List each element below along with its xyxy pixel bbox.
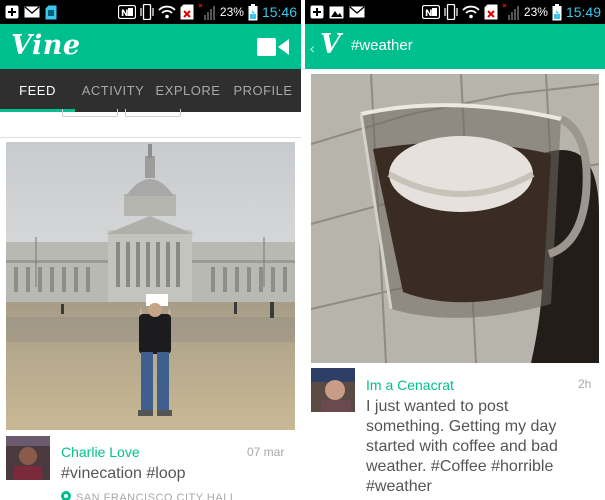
post-caption: I just wanted to post something. Getting… bbox=[366, 397, 558, 497]
vine-logo[interactable]: V bbox=[320, 29, 341, 60]
status-clock: 15:46 bbox=[261, 4, 297, 20]
app-bar: Vine bbox=[0, 24, 301, 69]
caption-line: something. Getting my day bbox=[366, 418, 557, 435]
wifi-icon bbox=[158, 5, 176, 19]
post-location[interactable]: SAN FRANCISCO CITY HALL bbox=[61, 491, 236, 500]
tab-explore[interactable]: EXPLORE bbox=[151, 69, 225, 112]
back-chevron-icon[interactable]: ‹ bbox=[309, 39, 315, 58]
battery-percent: 23% bbox=[523, 5, 548, 19]
tab-bar: FEED ACTIVITY EXPLORE PROFILE bbox=[0, 69, 301, 112]
plus-icon bbox=[5, 5, 19, 19]
post-meta: Charlie Love 07 mar #vinecation #loop SA… bbox=[0, 432, 301, 500]
battery-icon bbox=[248, 3, 258, 20]
vine-logo: Vine bbox=[11, 30, 81, 61]
sd-card-icon bbox=[45, 5, 57, 19]
status-clock: 15:49 bbox=[565, 4, 601, 20]
caption-line: started with coffee and bad bbox=[366, 438, 558, 455]
mail-icon bbox=[24, 6, 40, 18]
stub-button bbox=[62, 109, 118, 117]
vibrate-icon bbox=[444, 4, 458, 20]
battery-percent: 23% bbox=[219, 5, 244, 19]
video-camera-icon[interactable] bbox=[257, 36, 289, 58]
previous-post-stub bbox=[0, 109, 301, 138]
caption-line: #weather bbox=[366, 478, 432, 495]
post-timestamp: 07 mar bbox=[247, 445, 285, 459]
post-author[interactable]: Charlie Love bbox=[61, 444, 140, 460]
location-pin-icon bbox=[61, 491, 71, 500]
right-screen: N 23% 15:49 ‹ V #weather Im a Cenacrat 2… bbox=[305, 0, 605, 500]
left-screen: N 23% 15:46 Vine FEED ACTIVITY EXPLORE P… bbox=[0, 0, 301, 500]
tab-feed[interactable]: FEED bbox=[0, 69, 75, 112]
page-title: #weather bbox=[351, 37, 413, 54]
nfc-icon: N bbox=[421, 5, 440, 19]
signal-icon bbox=[502, 4, 519, 20]
no-sim-icon bbox=[180, 4, 194, 20]
plus-icon bbox=[310, 5, 324, 19]
vibrate-icon bbox=[140, 4, 154, 20]
nfc-icon: N bbox=[117, 5, 136, 19]
avatar[interactable] bbox=[6, 436, 50, 480]
post-meta: Im a Cenacrat 2h I just wanted to post s… bbox=[305, 368, 605, 500]
status-bar: N 23% 15:46 bbox=[0, 0, 301, 24]
battery-icon bbox=[552, 3, 562, 20]
wifi-icon bbox=[462, 5, 480, 19]
avatar[interactable] bbox=[311, 368, 355, 412]
mail-icon bbox=[349, 6, 365, 18]
location-label: SAN FRANCISCO CITY HALL bbox=[76, 491, 237, 500]
stub-button bbox=[125, 109, 181, 117]
post-video[interactable] bbox=[6, 142, 295, 430]
status-bar: N 23% 15:49 bbox=[305, 0, 605, 24]
svg-text:N: N bbox=[121, 9, 129, 19]
caption-line: I just wanted to post bbox=[366, 398, 509, 415]
app-bar: ‹ V #weather bbox=[305, 24, 605, 69]
signal-icon bbox=[198, 4, 215, 20]
tab-profile[interactable]: PROFILE bbox=[225, 69, 301, 112]
post-timestamp: 2h bbox=[578, 377, 592, 391]
tab-activity[interactable]: ACTIVITY bbox=[75, 69, 151, 112]
post-author[interactable]: Im a Cenacrat bbox=[366, 377, 454, 393]
caption-line: weather. #Coffee #horrible bbox=[366, 458, 554, 475]
post-caption: #vinecation #loop bbox=[61, 465, 186, 482]
gallery-icon bbox=[329, 6, 344, 18]
post-video[interactable] bbox=[311, 74, 599, 363]
no-sim-icon bbox=[484, 4, 498, 20]
svg-text:N: N bbox=[425, 9, 433, 19]
